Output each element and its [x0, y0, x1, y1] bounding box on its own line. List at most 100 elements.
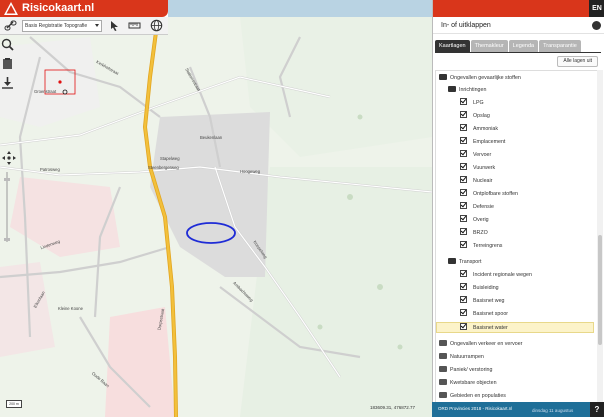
scrollbar-thumb[interactable]: [598, 235, 602, 345]
app-root: Groenstraat Kerkhofstraat Stationsstraat…: [0, 0, 604, 417]
location-marker-icon[interactable]: [58, 80, 62, 84]
checkbox[interactable]: [460, 163, 467, 171]
layer-item[interactable]: Buisleiding: [460, 283, 499, 294]
app-title: Risicokaart.nl: [22, 2, 95, 14]
layer-subgroup-transport[interactable]: Transport: [448, 257, 481, 268]
layer-item-label: Opslag: [473, 113, 490, 119]
checkbox[interactable]: [460, 283, 467, 291]
all-layers-off-button[interactable]: Alle lagen uit: [557, 56, 598, 67]
checkbox[interactable]: [460, 189, 467, 197]
checkbox[interactable]: [460, 270, 467, 278]
layer-subgroup-label: Transport: [459, 259, 482, 265]
layer-item[interactable]: Emplacement: [460, 137, 505, 148]
layer-group-gevaarlijke-stoffen[interactable]: Ongevallen gevaarlijke stoffen: [439, 73, 521, 84]
download-icon[interactable]: [1, 76, 14, 89]
layer-item-label: Basisnet water: [473, 325, 508, 331]
layer-group-label: Ongevallen gevaarlijke stoffen: [450, 75, 521, 81]
forest-area: [240, 167, 432, 417]
map-label: Beukenlaan: [200, 135, 223, 140]
layer-item-label: Defensie: [473, 204, 494, 210]
layer-item-label: Basisnet weg: [473, 298, 505, 304]
chevron-right-icon[interactable]: [592, 21, 601, 30]
tab-kaartlagen[interactable]: Kaartlagen: [435, 40, 470, 52]
layer-item[interactable]: LPG: [460, 98, 484, 109]
layer-item[interactable]: Opslag: [460, 111, 490, 122]
zoom-slider[interactable]: [3, 172, 11, 242]
checkbox[interactable]: [460, 111, 467, 119]
layer-item[interactable]: BRZO: [460, 228, 488, 239]
footer-date: dinsdag 11 augustus: [532, 408, 574, 413]
layer-item[interactable]: Basisnet weg: [460, 296, 505, 307]
layer-item[interactable]: Terreingrens: [460, 241, 502, 252]
folder-icon: [439, 352, 447, 359]
checkbox[interactable]: [460, 241, 467, 249]
layer-item[interactable]: Basisnet spoor: [460, 309, 508, 320]
tab-themakleur[interactable]: Themakleur: [470, 40, 508, 52]
layer-group-label: Kwetsbare objecten: [450, 380, 497, 386]
link-icon[interactable]: [4, 19, 17, 32]
checkbox[interactable]: [460, 176, 467, 184]
checkbox[interactable]: [460, 323, 467, 331]
checkbox[interactable]: [460, 309, 467, 317]
layer-subgroup-inrichtingen[interactable]: Inrichtingen: [448, 85, 486, 96]
checkbox[interactable]: [460, 150, 467, 158]
layer-item[interactable]: Ontplofbare stoffen: [460, 189, 518, 200]
layer-item-label: Ontplofbare stoffen: [473, 191, 518, 197]
layer-scrollbar[interactable]: [597, 70, 603, 403]
layer-item[interactable]: Vuurwerk: [460, 163, 495, 174]
collapse-toggle[interactable]: In- of uitklappen: [433, 17, 604, 34]
layer-tree: Ongevallen gevaarlijke stoffen Inrichtin…: [435, 70, 599, 403]
folder-open-icon: [448, 85, 456, 92]
layer-item[interactable]: Nucleair: [460, 176, 492, 187]
layer-item[interactable]: Ammoniak: [460, 124, 498, 135]
farmland-area: [105, 307, 175, 417]
layer-group-label: Ongevallen verkeer en vervoer: [450, 341, 523, 347]
folder-icon: [439, 391, 447, 398]
layers-panel: EN In- of uitklappen Kaartlagen Themakle…: [432, 0, 604, 417]
map-canvas[interactable]: Groenstraat Kerkhofstraat Stationsstraat…: [0, 17, 432, 417]
layer-item[interactable]: Vervoer: [460, 150, 491, 161]
help-button[interactable]: ?: [590, 402, 604, 417]
checkbox[interactable]: [460, 228, 467, 236]
layer-group-gebieden[interactable]: Gebieden en populaties: [439, 391, 506, 402]
basemap-select-value: Basis Registratie Topografie: [25, 23, 88, 29]
checkbox[interactable]: [460, 124, 467, 132]
layer-item-label: Vervoer: [473, 152, 492, 158]
language-button[interactable]: EN: [589, 0, 604, 17]
zoom-slider-handle[interactable]: [4, 178, 10, 181]
layer-item[interactable]: Defensie: [460, 202, 494, 213]
layer-item-label: LPG: [473, 100, 484, 106]
folder-icon: [439, 365, 447, 372]
folder-icon: [439, 339, 447, 346]
pan-control-icon[interactable]: [1, 150, 17, 166]
zoom-in-icon[interactable]: [1, 38, 14, 51]
tab-legenda[interactable]: Legenda: [508, 40, 539, 52]
map-label: Steenbergerweg: [148, 165, 179, 170]
layer-group-kwetsbare-objecten[interactable]: Kwetsbare objecten: [439, 378, 497, 389]
layer-item-label: Overig: [473, 217, 489, 223]
layer-group-paniek[interactable]: Paniek/ verstoring: [439, 365, 492, 376]
pointer-icon[interactable]: [108, 19, 121, 32]
layer-item-highlighted[interactable]: Basisnet water: [436, 322, 594, 333]
layer-item-label: Buisleiding: [473, 285, 499, 291]
globe-icon[interactable]: [150, 19, 163, 32]
chevron-down-icon: [95, 24, 99, 27]
layer-group-verkeer[interactable]: Ongevallen verkeer en vervoer: [439, 339, 522, 350]
measure-icon[interactable]: [128, 19, 141, 32]
checkbox[interactable]: [460, 202, 467, 210]
checkbox[interactable]: [460, 137, 467, 145]
checkbox[interactable]: [460, 215, 467, 223]
tab-transparantie[interactable]: Transparantie: [539, 40, 581, 52]
basemap-select[interactable]: Basis Registratie Topografie: [22, 20, 102, 32]
layer-group-natuurrampen[interactable]: Natuurrampen: [439, 352, 484, 363]
map-label: Patrosweg: [40, 167, 60, 172]
clipboard-icon[interactable]: [1, 57, 14, 70]
layer-item[interactable]: Overig: [460, 215, 489, 226]
panel-header: EN: [433, 0, 604, 17]
checkbox[interactable]: [460, 98, 467, 106]
warning-triangle-icon: [4, 2, 18, 15]
layer-item[interactable]: Incident regionale wegen: [460, 270, 532, 281]
checkbox[interactable]: [460, 296, 467, 304]
tab-divider: [435, 52, 601, 53]
map-label: Groenstraat: [34, 89, 57, 94]
